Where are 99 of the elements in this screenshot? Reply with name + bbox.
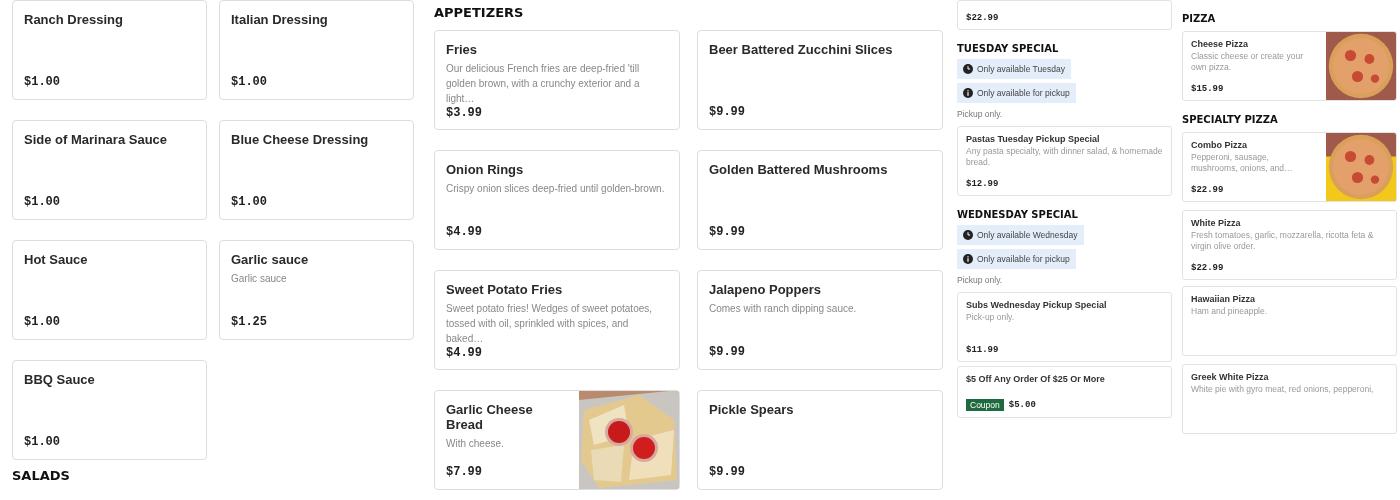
item-description: Fresh tomatoes, garlic, mozzarella, ricotta feta & virgin olive order. xyxy=(1191,230,1375,252)
item-description: Pepperoni, sausage, mushrooms, onions, and… xyxy=(1191,152,1294,174)
item-price: $4.99 xyxy=(446,225,483,239)
item-price: $12.99 xyxy=(966,179,999,189)
item-name: BBQ Sauce xyxy=(24,372,96,387)
item-price: $9.99 xyxy=(709,105,746,119)
badge-text: Only available for pickup xyxy=(977,88,1070,98)
item-price: $1.00 xyxy=(24,195,61,209)
menu-card[interactable]: Greek White Pizza White pie with gyro meat, red onions, pepperoni, xyxy=(1182,364,1397,434)
item-price: $1.00 xyxy=(231,75,268,89)
item-name: Combo Pizza xyxy=(1191,140,1248,150)
coupon-tag: Coupon xyxy=(966,399,1004,411)
clock-icon xyxy=(963,64,973,74)
menu-card[interactable]: Pastas Tuesday Pickup Special Any pasta specialty, with dinner salad, & homemade bread. $12.99 xyxy=(957,126,1172,196)
section-heading: APPETIZERS xyxy=(434,5,525,20)
menu-card[interactable]: Combo Pizza Pepperoni, sausage, mushrooms, onions, and… $22.99 xyxy=(1182,132,1397,202)
item-price: $5.00 xyxy=(1008,400,1036,410)
item-price: $9.99 xyxy=(709,465,746,479)
info-icon xyxy=(963,254,973,264)
item-name: Pickle Spears xyxy=(709,402,795,417)
item-price: $3.99 xyxy=(446,106,483,120)
item-name: Subs Wednesday Pickup Special xyxy=(966,300,1108,310)
menu-card[interactable]: Garlic Cheese Bread With cheese. $7.99 xyxy=(434,390,680,490)
menu-card[interactable]: Hawaiian Pizza Ham and pineapple. xyxy=(1182,286,1397,356)
section-heading: PIZZA xyxy=(1182,12,1217,25)
item-name: Jalapeno Poppers xyxy=(709,282,822,297)
menu-card[interactable]: Ranch Dressing $1.00 xyxy=(12,0,207,100)
menu-card[interactable]: Subs Wednesday Pickup Special Pick-up only. $11.99 xyxy=(957,292,1172,362)
section-heading: WEDNESDAY SPECIAL xyxy=(957,208,1079,221)
section-heading: SALADS xyxy=(12,468,71,483)
item-name: Garlic sauce xyxy=(231,252,310,267)
item-name: Fries xyxy=(446,42,479,57)
item-price: $1.25 xyxy=(231,315,268,329)
badge-text: Only available Wednesday xyxy=(977,230,1078,240)
item-price: $15.99 xyxy=(1191,84,1224,94)
menu-card[interactable]: Sweet Potato Fries Sweet potato fries! Wedges of sweet potatoes, tossed with oil, sprinkled with spices, and baked… $4.99 xyxy=(434,270,680,370)
item-description: Ham and pineapple. xyxy=(1191,306,1269,317)
badge-text: Only available for pickup xyxy=(977,254,1070,264)
note-text: Pickup only. xyxy=(957,274,1004,286)
menu-card[interactable]: Fries Our delicious French fries are deep-fried 'till golden brown, with a crunchy exterior and a light… $3.99 xyxy=(434,30,680,130)
section-heading: TUESDAY SPECIAL xyxy=(957,42,1060,55)
item-price: $22.99 xyxy=(966,13,999,23)
menu-card[interactable]: Cheese Pizza Classic cheese or create your own pizza. $15.99 xyxy=(1182,31,1397,101)
clock-icon xyxy=(963,230,973,240)
item-name: Onion Rings xyxy=(446,162,525,177)
menu-card[interactable]: Side of Marinara Sauce $1.00 xyxy=(12,120,207,220)
item-name: Pastas Tuesday Pickup Special xyxy=(966,134,1101,144)
item-price: $7.99 xyxy=(446,465,483,479)
menu-card[interactable]: Jalapeno Poppers Comes with ranch dipping sauce. $9.99 xyxy=(697,270,943,370)
item-description: Crispy onion slices deep-fried until golden-brown. xyxy=(446,182,666,196)
menu-card[interactable]: White Pizza Fresh tomatoes, garlic, mozzarella, ricotta feta & virgin olive order. $22.99 xyxy=(1182,210,1397,280)
menu-card[interactable]: Garlic sauce Garlic sauce $1.25 xyxy=(219,240,414,340)
item-price: $11.99 xyxy=(966,345,999,355)
badge-text: Only available Tuesday xyxy=(977,64,1065,74)
item-name: Greek White Pizza xyxy=(1191,372,1270,382)
menu-card[interactable]: Pickle Spears $9.99 xyxy=(697,390,943,490)
item-description: Classic cheese or create your own pizza. xyxy=(1191,51,1304,73)
item-name: White Pizza xyxy=(1191,218,1242,228)
item-price: $22.99 xyxy=(1191,185,1224,195)
menu-card[interactable]: Golden Battered Mushrooms $9.99 xyxy=(697,150,943,250)
item-price: $4.99 xyxy=(446,346,483,360)
item-price: $1.00 xyxy=(24,315,61,329)
item-name: Ranch Dressing xyxy=(24,12,124,27)
menu-card[interactable]: Beer Battered Zucchini Slices $9.99 xyxy=(697,30,943,130)
item-name: Sweet Potato Fries xyxy=(446,282,564,297)
item-name: Garlic Cheese Bread xyxy=(446,402,534,432)
note-text: Pickup only. xyxy=(957,108,1004,120)
item-price: $9.99 xyxy=(709,345,746,359)
info-icon xyxy=(963,88,973,98)
item-name: $5 Off Any Order Of $25 Or More xyxy=(966,374,1106,384)
item-price: $22.99 xyxy=(1191,263,1224,273)
item-description: Any pasta specialty, with dinner salad, & homemade bread. xyxy=(966,146,1163,168)
menu-card[interactable]: Italian Dressing $1.00 xyxy=(219,0,414,100)
item-name: Hot Sauce xyxy=(24,252,89,267)
item-name: Beer Battered Zucchini Slices xyxy=(709,42,894,57)
menu-card[interactable]: Hot Sauce $1.00 xyxy=(12,240,207,340)
item-description: With cheese. xyxy=(446,437,505,451)
item-name: Italian Dressing xyxy=(231,12,329,27)
item-description: Sweet potato fries! Wedges of sweet potatoes, tossed with oil, sprinkled with spices, and baked… xyxy=(446,302,654,346)
section-heading: SPECIALTY PIZZA xyxy=(1182,113,1279,126)
item-description: White pie with gyro meat, red onions, pepperoni, xyxy=(1191,384,1375,395)
item-price: $1.00 xyxy=(231,195,268,209)
item-name: Cheese Pizza xyxy=(1191,39,1250,49)
item-price: $9.99 xyxy=(709,225,746,239)
menu-card[interactable]: BBQ Sauce $1.00 xyxy=(12,360,207,460)
item-name: Golden Battered Mushrooms xyxy=(709,162,889,177)
item-price: $1.00 xyxy=(24,435,61,449)
menu-card[interactable]: $22.99 xyxy=(957,0,1172,30)
item-price: $1.00 xyxy=(24,75,61,89)
item-description: Comes with ranch dipping sauce. xyxy=(709,302,858,316)
menu-card[interactable]: Onion Rings Crispy onion slices deep-fried until golden-brown. $4.99 xyxy=(434,150,680,250)
item-name: Blue Cheese Dressing xyxy=(231,132,370,147)
menu-card[interactable]: Blue Cheese Dressing $1.00 xyxy=(219,120,414,220)
item-description: Our delicious French fries are deep-fried 'till golden brown, with a crunchy exterior and a light… xyxy=(446,62,641,106)
item-description: Garlic sauce xyxy=(231,272,288,286)
item-description: Pick-up only. xyxy=(966,312,1016,323)
item-name: Side of Marinara Sauce xyxy=(24,132,169,147)
menu-card[interactable]: $5 Off Any Order Of $25 Or More Coupon $5.00 xyxy=(957,366,1172,418)
item-name: Hawaiian Pizza xyxy=(1191,294,1257,304)
